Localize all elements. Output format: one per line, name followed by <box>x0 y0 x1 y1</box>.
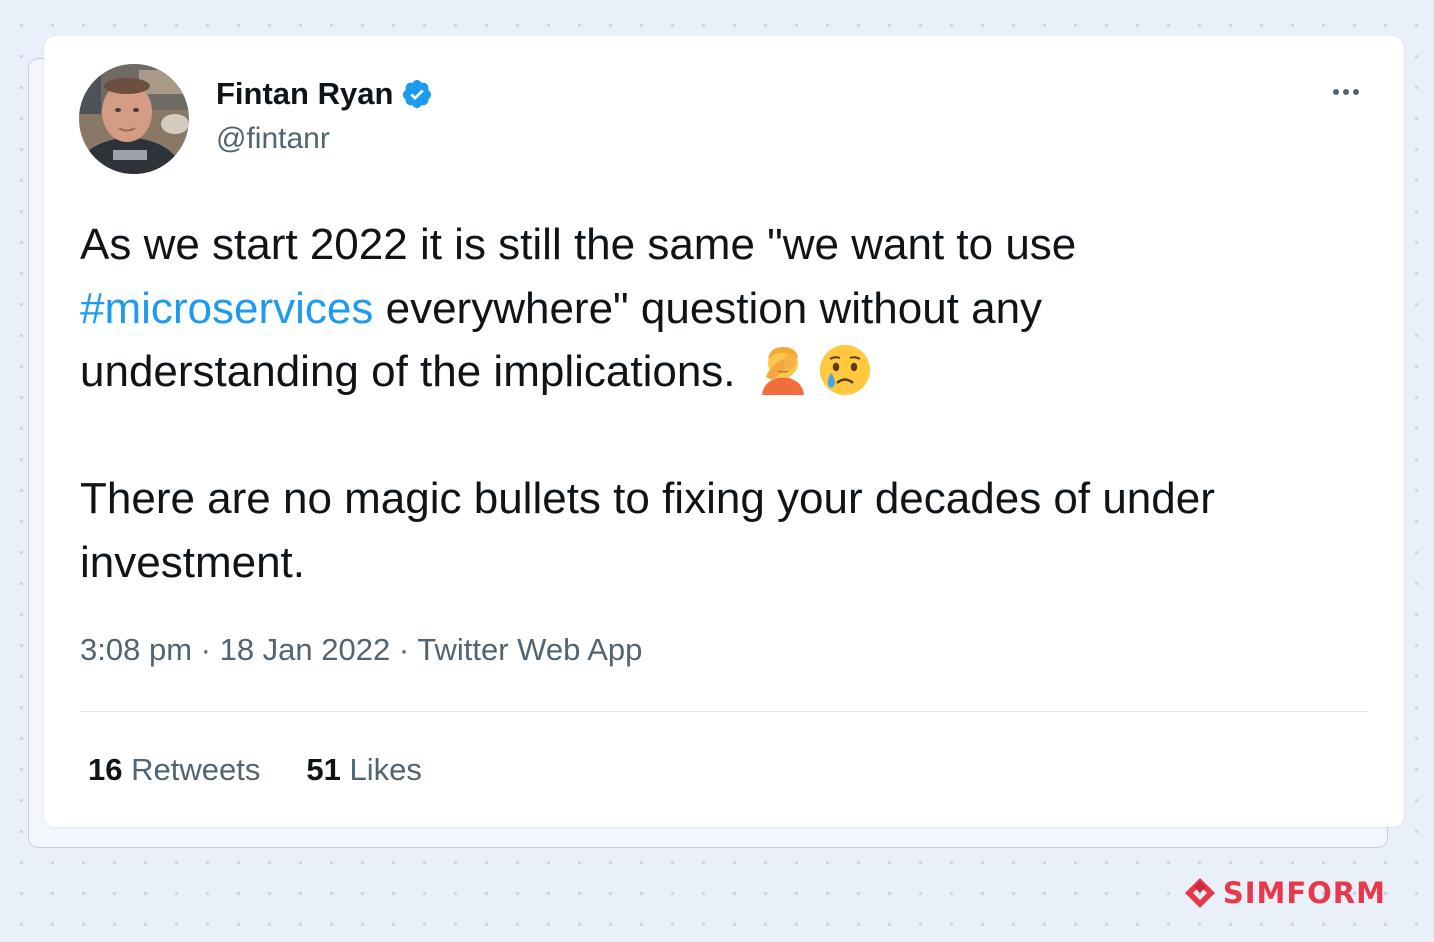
simform-logo-icon <box>1184 878 1215 908</box>
retweets-label: Retweets <box>131 752 261 787</box>
meta-separator: · <box>390 632 418 667</box>
tweet-line-1: As we start 2022 it is still the same "w… <box>80 220 1077 269</box>
author-name-text[interactable]: Fintan Ryan <box>216 76 393 112</box>
tweet-line-2: everywhere" question without any <box>373 283 1043 333</box>
verified-badge-icon <box>401 78 433 110</box>
simform-logo: SIMFORM <box>1183 876 1386 910</box>
retweets-count: 16 <box>88 752 123 787</box>
author-name[interactable]: Fintan Ryan <box>216 76 433 112</box>
divider <box>80 711 1368 712</box>
author-handle[interactable]: @fintanr <box>216 122 330 156</box>
tweet-card: Fintan Ryan @fintanr As we start 2022 it… <box>44 36 1404 827</box>
simform-brand-name: SIMFORM <box>1222 876 1386 910</box>
retweets-stat[interactable]: 16 Retweets <box>88 752 260 788</box>
more-horizontal-icon <box>1333 89 1359 95</box>
likes-stat[interactable]: 51 Likes <box>306 752 421 788</box>
facepalm-emoji-icon <box>756 343 810 397</box>
tweet-line-3: understanding of the implications. <box>80 347 736 396</box>
crying-face-emoji-icon <box>818 343 872 397</box>
tweet-stats: 16 Retweets 51 Likes <box>88 752 422 788</box>
more-options-button[interactable] <box>1324 80 1368 104</box>
tweet-source[interactable]: Twitter Web App <box>417 632 642 667</box>
hashtag-link[interactable]: #microservices <box>80 284 373 333</box>
tweet-text: As we start 2022 it is still the same "w… <box>80 213 1360 594</box>
meta-separator: · <box>192 632 220 667</box>
tweet-meta: 3:08 pm · 18 Jan 2022 · Twitter Web App <box>80 632 642 668</box>
likes-label: Likes <box>349 752 422 787</box>
avatar[interactable] <box>79 64 189 174</box>
likes-count: 51 <box>306 752 341 787</box>
tweet-paragraph-2: There are no magic bullets to fixing you… <box>80 474 1215 587</box>
tweet-date[interactable]: 18 Jan 2022 <box>220 632 391 667</box>
tweet-paragraph-1: As we start 2022 it is still the same "w… <box>80 213 1360 404</box>
tweet-time[interactable]: 3:08 pm <box>80 632 192 667</box>
